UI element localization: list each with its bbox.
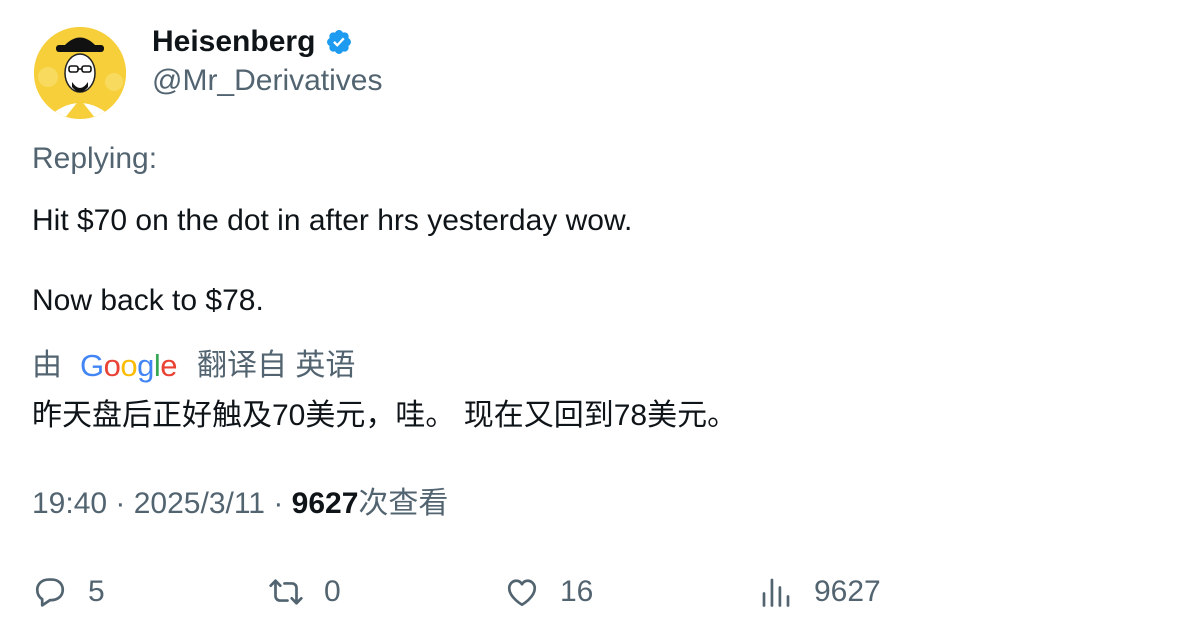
reply-icon — [35, 578, 65, 607]
like-count: 16 — [560, 575, 594, 608]
author-handle[interactable]: @Mr_Derivatives — [152, 62, 383, 100]
reply-button[interactable]: 5 — [32, 570, 105, 614]
google-logo-icon: Google — [80, 348, 178, 383]
retweet-button[interactable]: 0 — [268, 570, 341, 614]
verified-badge-icon — [327, 30, 352, 54]
analytics-icon — [762, 578, 790, 607]
tweet-date[interactable]: 2025/3/11 — [134, 487, 265, 520]
tweet-time[interactable]: 19:40 — [32, 487, 107, 520]
action-bar: 5 0 16 9627 — [0, 570, 1196, 614]
translated-by-label: 由 — [32, 349, 62, 382]
retweet-icon — [269, 579, 303, 605]
views-label: 次查看 — [358, 487, 449, 520]
tweet-text-line-1: Hit $70 on the dot in after hrs yesterda… — [32, 204, 633, 237]
translation-attribution[interactable]: 由 Google 翻译自 英语 — [32, 346, 355, 386]
meta-separator: · — [273, 487, 292, 520]
translated-text: 昨天盘后正好触及70美元，哇。 现在又回到78美元。 — [32, 399, 738, 432]
views-button[interactable]: 9627 — [758, 570, 881, 614]
display-name[interactable]: Heisenberg — [152, 24, 315, 60]
avatar[interactable] — [34, 27, 126, 119]
translated-from-label: 翻译自 英语 — [197, 349, 356, 382]
reply-count: 5 — [88, 575, 105, 608]
replying-label: Replying: — [32, 142, 158, 175]
views-action-count: 9627 — [814, 575, 881, 608]
heart-icon — [507, 579, 537, 607]
like-button[interactable]: 16 — [504, 570, 593, 614]
meta-separator: · — [115, 487, 134, 520]
author-name-row[interactable]: Heisenberg — [152, 24, 353, 60]
avatar-heisenberg-icon — [34, 27, 126, 119]
tweet-text-line-2: Now back to $78. — [32, 284, 264, 317]
tweet-meta: 19:40 · 2025/3/11 · 9627次查看 — [32, 484, 448, 524]
views-count: 9627 — [291, 487, 359, 520]
retweet-count: 0 — [324, 575, 341, 608]
